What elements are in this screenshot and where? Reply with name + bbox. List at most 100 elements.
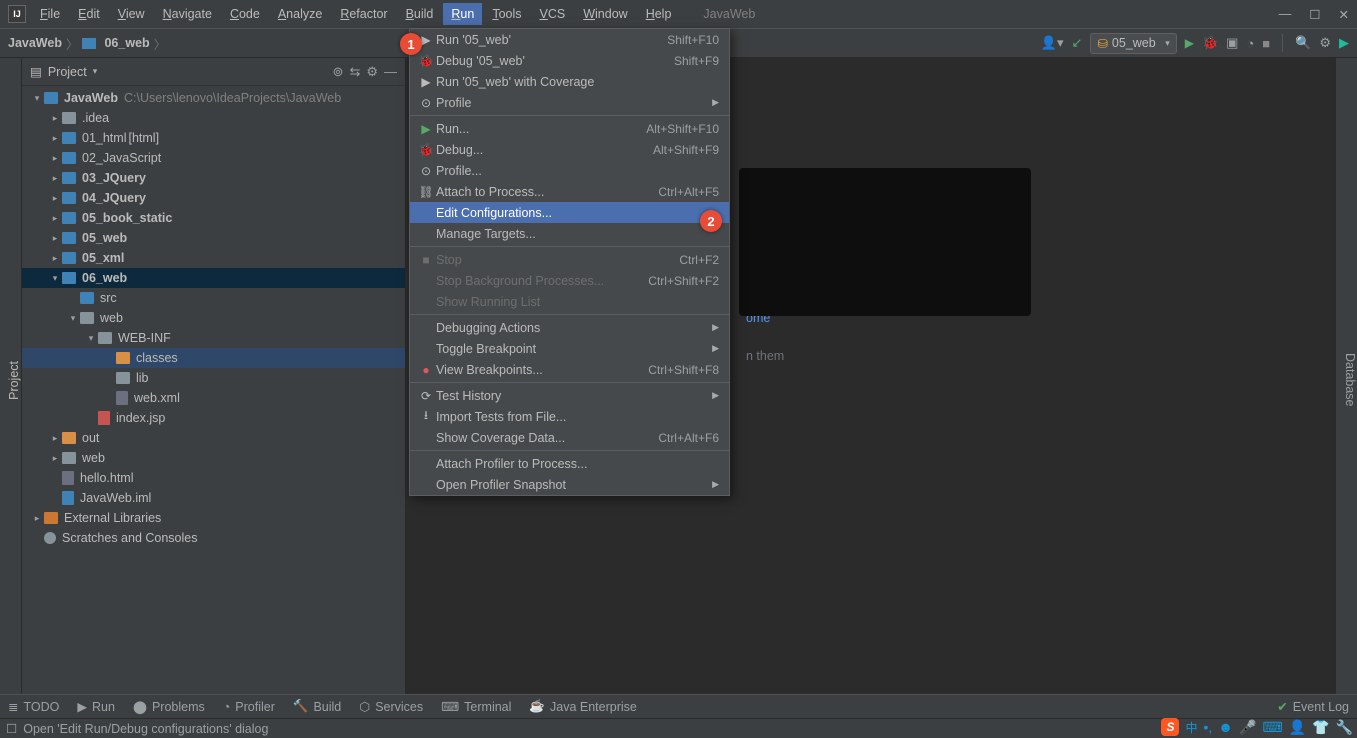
user-icon[interactable]: 👤▾ xyxy=(1041,35,1064,51)
bottom-tool-services[interactable]: ⬡Services xyxy=(359,699,423,714)
tree-node[interactable]: External Libraries xyxy=(22,508,405,528)
toolwindow-tab-database[interactable]: Database xyxy=(1343,353,1357,407)
tree-node[interactable]: .idea xyxy=(22,108,405,128)
project-view-selector[interactable]: Project xyxy=(48,65,97,79)
tree-arrow-icon[interactable] xyxy=(48,433,62,444)
menu-item[interactable]: ▶Run '05_web'Shift+F10 xyxy=(410,29,729,50)
tree-node[interactable]: Scratches and Consoles xyxy=(22,528,405,548)
menu-refactor[interactable]: Refactor xyxy=(332,3,395,25)
tree-node[interactable]: WEB-INF xyxy=(22,328,405,348)
menu-file[interactable]: File xyxy=(32,3,68,25)
bottom-tool-terminal[interactable]: ⌨Terminal xyxy=(441,699,511,714)
tree-arrow-icon[interactable] xyxy=(66,313,80,324)
menu-item[interactable]: ⊙Profile▶ xyxy=(410,92,729,113)
tree-arrow-icon[interactable] xyxy=(48,233,62,244)
menu-help[interactable]: Help xyxy=(638,3,680,25)
menu-item[interactable]: Edit Configurations... xyxy=(410,202,729,223)
bottom-tool-run[interactable]: ▶Run xyxy=(77,699,115,714)
tree-node[interactable]: JavaWeb.iml xyxy=(22,488,405,508)
menu-item[interactable]: ▶Run...Alt+Shift+F10 xyxy=(410,118,729,139)
tree-node[interactable]: index.jsp xyxy=(22,408,405,428)
menu-view[interactable]: View xyxy=(110,3,153,25)
play-services-icon[interactable]: ▶ xyxy=(1339,35,1349,51)
tree-node[interactable]: web.xml xyxy=(22,388,405,408)
tree-arrow-icon[interactable] xyxy=(48,213,62,224)
tree-arrow-icon[interactable] xyxy=(48,253,62,264)
tree-node[interactable]: lib xyxy=(22,368,405,388)
tree-node[interactable]: classes xyxy=(22,348,405,368)
tree-arrow-icon[interactable] xyxy=(30,93,44,104)
menu-navigate[interactable]: Navigate xyxy=(155,3,220,25)
menu-item[interactable]: ⭳Import Tests from File... xyxy=(410,406,729,427)
menu-tools[interactable]: Tools xyxy=(484,3,529,25)
bottom-tool-java-enterprise[interactable]: ☕Java Enterprise xyxy=(529,699,636,714)
search-icon[interactable]: 🔍 xyxy=(1295,35,1311,51)
tree-node[interactable]: 06_web xyxy=(22,268,405,288)
menu-item[interactable]: Open Profiler Snapshot▶ xyxy=(410,474,729,495)
bottom-tool-build[interactable]: 🔨Build xyxy=(293,699,341,714)
tree-arrow-icon[interactable] xyxy=(84,333,98,344)
menu-code[interactable]: Code xyxy=(222,3,268,25)
profiler-icon[interactable]: ◔ xyxy=(1246,36,1254,51)
menu-item[interactable]: ⛓Attach to Process...Ctrl+Alt+F5 xyxy=(410,181,729,202)
menu-build[interactable]: Build xyxy=(398,3,442,25)
minimize-icon[interactable]: — xyxy=(1279,7,1292,22)
tree-node[interactable]: web xyxy=(22,308,405,328)
hammer-icon[interactable]: ↙ xyxy=(1072,35,1083,51)
ime-punct-icon[interactable]: •, xyxy=(1204,719,1213,735)
menu-item[interactable]: Attach Profiler to Process... xyxy=(410,453,729,474)
sogou-icon[interactable]: S xyxy=(1161,718,1179,736)
ime-voice-icon[interactable]: 🎤 xyxy=(1239,719,1256,736)
tree-node[interactable]: 05_book_static xyxy=(22,208,405,228)
tree-arrow-icon[interactable] xyxy=(48,193,62,204)
run-button-icon[interactable]: ▶ xyxy=(1185,36,1194,50)
stop-icon[interactable]: ■ xyxy=(1262,36,1270,51)
ime-softkbd-icon[interactable]: ⌨ xyxy=(1262,719,1282,736)
statusbar-toggle-icon[interactable]: ☐ xyxy=(6,721,17,736)
tree-arrow-icon[interactable] xyxy=(48,173,62,184)
menu-window[interactable]: Window xyxy=(575,3,635,25)
menu-item[interactable]: Show Coverage Data...Ctrl+Alt+F6 xyxy=(410,427,729,448)
ime-lang-indicator[interactable]: 中 xyxy=(1185,719,1197,736)
menu-item[interactable]: Toggle Breakpoint▶ xyxy=(410,338,729,359)
bottom-tool-profiler[interactable]: ◔Profiler xyxy=(223,700,275,714)
settings-gear-icon[interactable]: ⚙ xyxy=(366,64,378,80)
tree-node[interactable]: 01_html [html] xyxy=(22,128,405,148)
menu-item[interactable]: 🐞Debug...Alt+Shift+F9 xyxy=(410,139,729,160)
settings-icon[interactable]: ⚙ xyxy=(1319,35,1331,51)
event-log-button[interactable]: ✔Event Log xyxy=(1277,699,1349,714)
menu-analyze[interactable]: Analyze xyxy=(270,3,330,25)
expand-icon[interactable]: ⇆ xyxy=(349,64,360,80)
menu-item[interactable]: ⟳Test History▶ xyxy=(410,385,729,406)
hide-icon[interactable]: — xyxy=(384,64,397,79)
tree-arrow-icon[interactable] xyxy=(48,113,62,124)
tree-node[interactable]: 02_JavaScript xyxy=(22,148,405,168)
tree-node[interactable]: 04_JQuery xyxy=(22,188,405,208)
menu-vcs[interactable]: VCS xyxy=(532,3,574,25)
coverage-icon[interactable]: ▣ xyxy=(1226,35,1238,51)
menu-item[interactable]: ▶Run '05_web' with Coverage xyxy=(410,71,729,92)
ime-skin-icon[interactable]: 👕 xyxy=(1312,719,1329,736)
tree-node[interactable]: src xyxy=(22,288,405,308)
breadcrumb-root[interactable]: JavaWeb xyxy=(8,36,62,50)
tree-node[interactable]: JavaWebC:\Users\lenovo\IdeaProjects\Java… xyxy=(22,88,405,108)
ime-emoji-icon[interactable]: ☻ xyxy=(1218,719,1233,735)
menu-item[interactable]: 🐞Debug '05_web'Shift+F9 xyxy=(410,50,729,71)
tree-arrow-icon[interactable] xyxy=(48,273,62,284)
tree-node[interactable]: web xyxy=(22,448,405,468)
debug-button-icon[interactable]: 🐞 xyxy=(1202,35,1218,51)
maximize-icon[interactable]: ☐ xyxy=(1309,7,1320,22)
ime-user-icon[interactable]: 👤 xyxy=(1289,719,1306,736)
tree-arrow-icon[interactable] xyxy=(48,453,62,464)
close-icon[interactable]: ✕ xyxy=(1339,7,1349,22)
menu-item[interactable]: ⊙Profile... xyxy=(410,160,729,181)
menu-item[interactable]: Debugging Actions▶ xyxy=(410,317,729,338)
toolwindow-tab-project[interactable]: Project xyxy=(7,361,21,400)
tree-node[interactable]: 03_JQuery xyxy=(22,168,405,188)
menu-edit[interactable]: Edit xyxy=(70,3,108,25)
menu-item[interactable]: Manage Targets... xyxy=(410,223,729,244)
bottom-tool-todo[interactable]: ≣TODO xyxy=(8,699,59,714)
run-config-selector[interactable]: ⛁ 05_web xyxy=(1090,33,1176,54)
tree-node[interactable]: 05_web xyxy=(22,228,405,248)
tree-node[interactable]: out xyxy=(22,428,405,448)
